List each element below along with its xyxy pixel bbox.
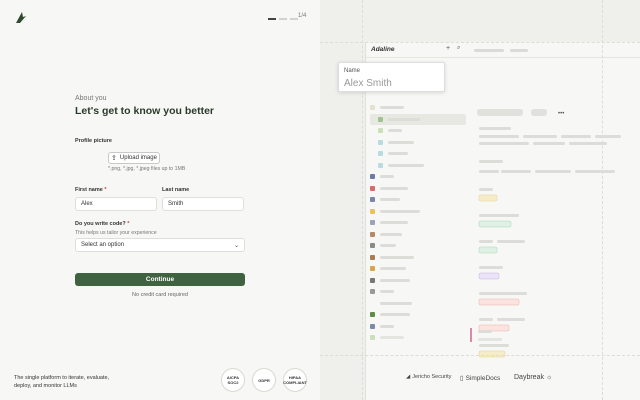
svg-text:•••: ••• <box>558 111 564 117</box>
progress-steps <box>268 18 298 20</box>
code-question-text: Do you write code? <box>75 221 126 227</box>
name-card-value: Alex Smith <box>344 78 392 89</box>
gdpr-badge-icon: GDPR <box>252 368 276 392</box>
tagline: The single platform to iterate, evaluate… <box>14 375 110 389</box>
prompt-tree <box>370 102 466 344</box>
partner-name: Jericho Security <box>412 374 452 380</box>
last-name-field[interactable]: Smith <box>162 197 244 211</box>
onboarding-panel: 1/4 About you Let's get to know you bett… <box>0 0 320 400</box>
required-mark: * <box>127 221 130 227</box>
partner-logo: ◢ Jericho Security <box>406 374 451 380</box>
app-topbar: Adaline + ⌕ <box>366 42 640 58</box>
partner-logos: ◢ Jericho Security ▯ SimpleDocs Daybreak ☼ <box>320 370 640 390</box>
hipaa-badge-icon: HIPAA COMPLIANT <box>283 368 307 392</box>
code-question-label: Do you write code? * <box>75 221 129 227</box>
app-name: Adaline <box>371 46 395 53</box>
partner-logo: ▯ SimpleDocs <box>460 374 501 383</box>
code-select[interactable]: Select an option ⌄ <box>75 238 245 252</box>
required-mark: * <box>104 187 107 193</box>
tree-item-selected[interactable] <box>370 113 466 125</box>
progress-step <box>290 18 298 20</box>
page-title: Let's get to know you better <box>75 105 215 117</box>
no-credit-card-note: No credit card required <box>132 292 188 298</box>
upload-image-button[interactable]: ⇪ Upload image <box>108 152 160 164</box>
simpledocs-logo-icon: ▯ <box>460 375 464 382</box>
soc2-badge-icon: AICPA SOC2 <box>221 368 245 392</box>
code-select-value: Select an option <box>81 242 125 248</box>
jericho-logo-icon: ◢ <box>406 374 411 380</box>
app-preview-window: Adaline + ⌕ ••• <box>365 42 640 400</box>
plus-icon: + <box>446 45 451 52</box>
progress-step <box>279 18 287 20</box>
last-name-label: Last name <box>162 187 190 193</box>
upload-button-label: Upload image <box>119 155 157 161</box>
daybreak-logo-icon: ☼ <box>545 374 553 381</box>
chevron-down-icon: ⌄ <box>233 242 239 249</box>
upload-icon: ⇪ <box>111 154 117 162</box>
section-eyebrow: About you <box>75 95 107 102</box>
first-name-label-text: First name <box>75 187 103 193</box>
search-icon: ⌕ <box>457 45 461 51</box>
continue-button[interactable]: Continue <box>75 273 245 286</box>
profile-picture-label: Profile picture <box>75 138 112 144</box>
name-card: Name Alex Smith <box>338 62 445 92</box>
name-card-label: Name <box>344 68 361 74</box>
partner-name: SimpleDocs <box>465 374 501 382</box>
partner-logo: Daybreak ☼ <box>514 374 552 381</box>
first-name-label: First name * <box>75 187 107 193</box>
prompt-content-preview: ••• <box>477 109 621 358</box>
progress-step <box>268 18 276 20</box>
partner-name: Daybreak <box>514 374 544 381</box>
first-name-field[interactable]: Alex <box>75 197 157 211</box>
product-preview: Adaline + ⌕ ••• <box>320 0 640 400</box>
code-question-hint: This helps us tailor your experience <box>75 230 157 236</box>
step-counter: 1/4 <box>298 13 307 19</box>
brand-logo-icon <box>16 12 26 23</box>
upload-hint: *.png, *.jpg, *.jpeg files up to 1MB <box>108 166 186 172</box>
